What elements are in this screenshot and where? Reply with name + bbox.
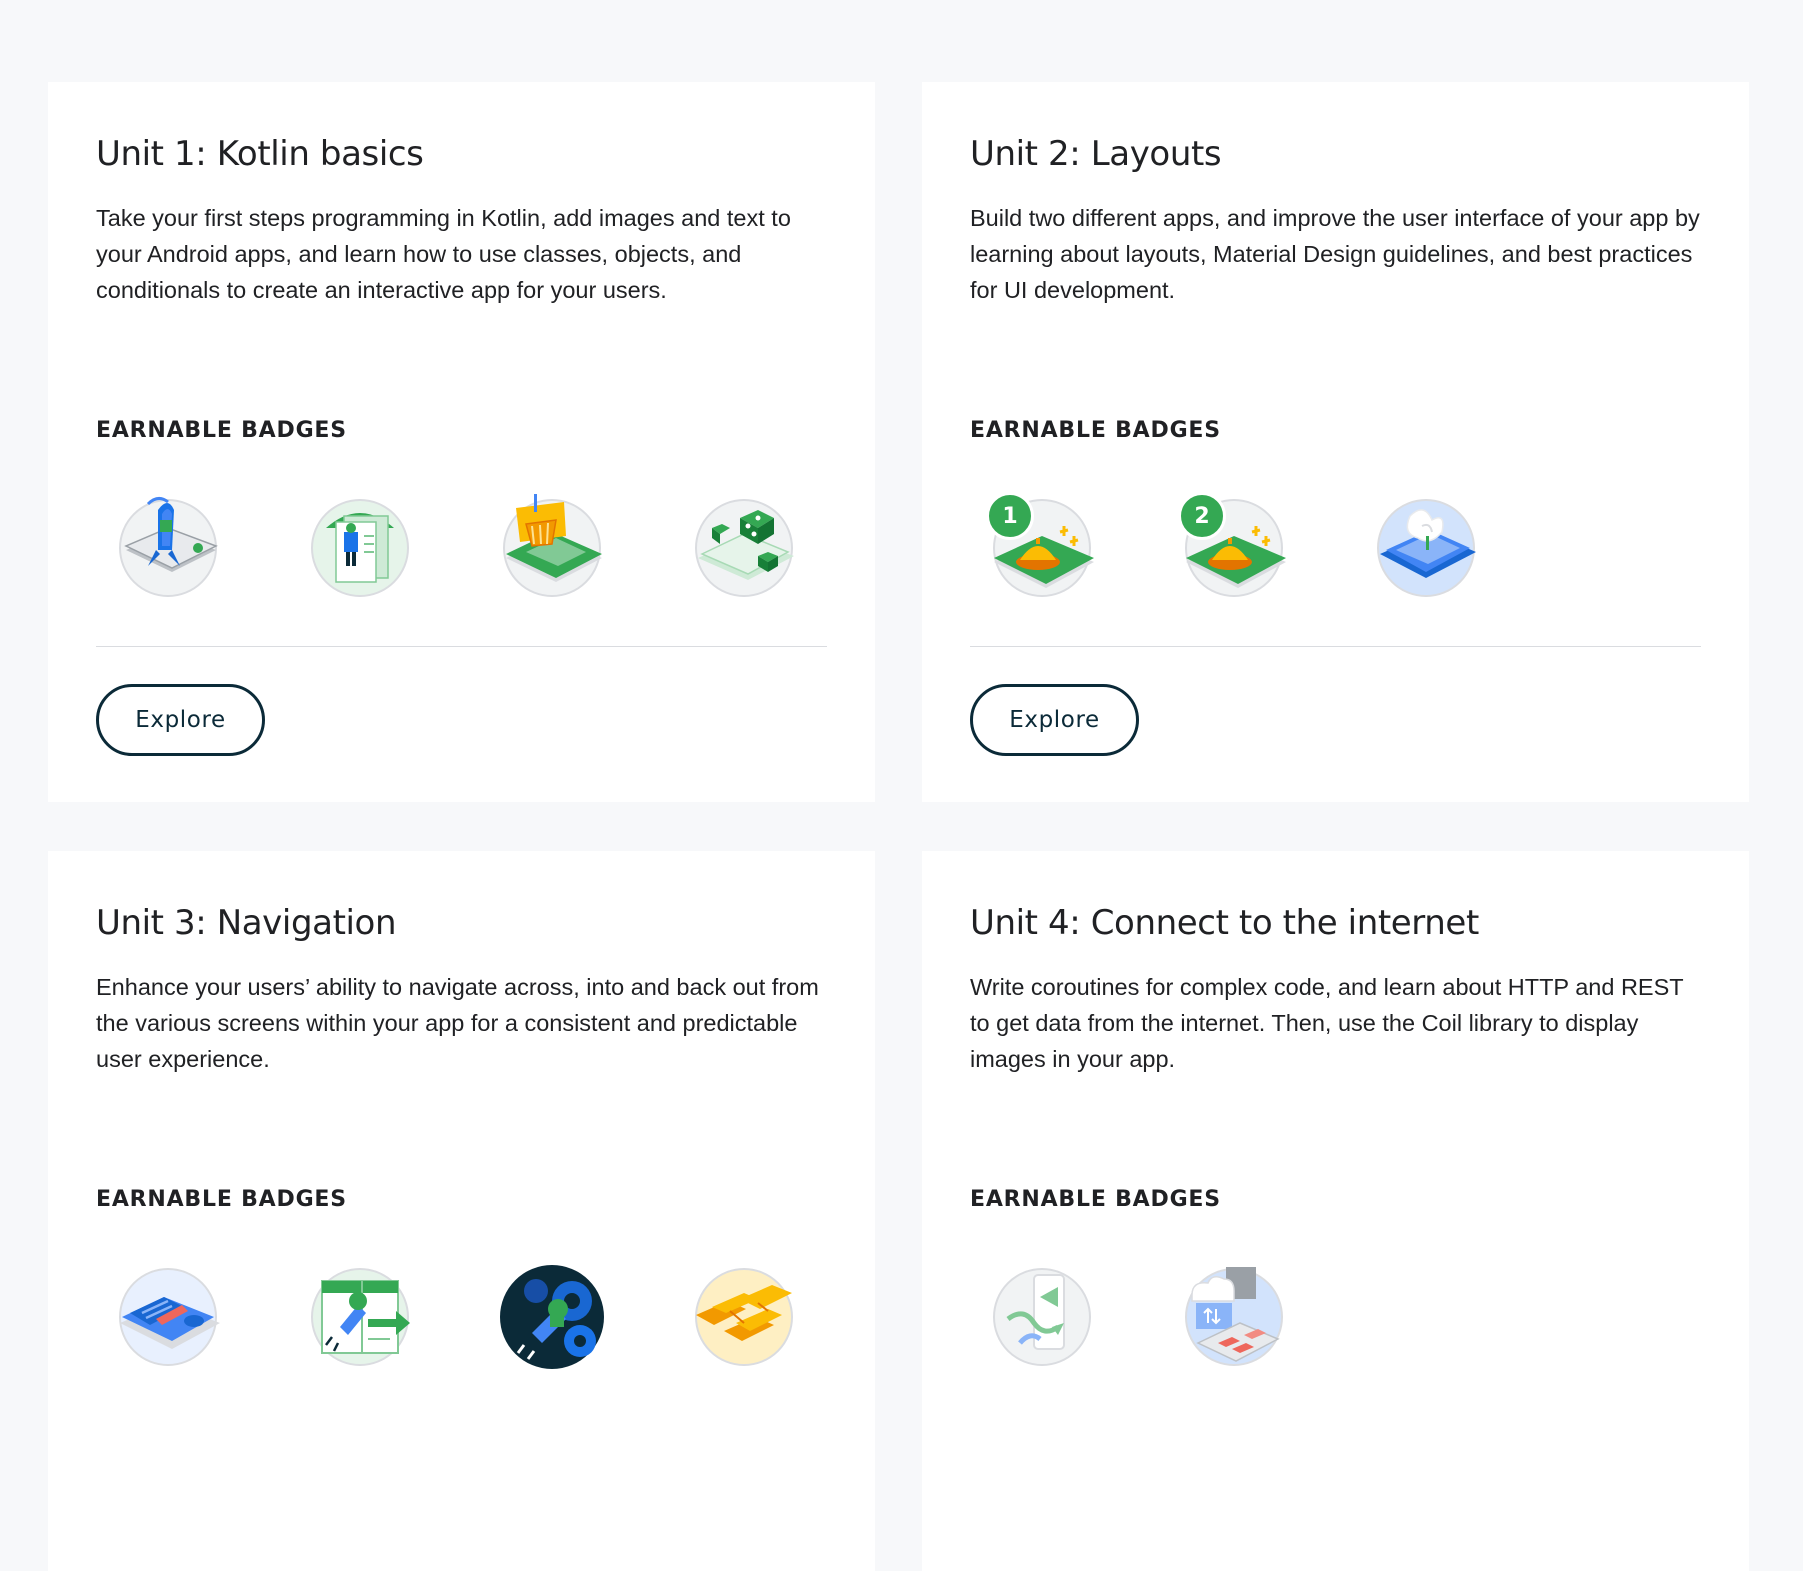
cloud-images-icon[interactable] <box>1178 1261 1290 1373</box>
flower-tablet-icon[interactable] <box>1370 492 1482 604</box>
badge-number: 1 <box>986 492 1034 540</box>
unit-description: Take your first steps programming in Kot… <box>96 205 791 303</box>
unit-card-2: Unit 2: Layouts Build two different apps… <box>922 82 1749 802</box>
unit-description: Build two different apps, and improve th… <box>970 205 1700 303</box>
units-grid: Unit 1: Kotlin basics Take your first st… <box>48 82 1749 1571</box>
unit-title: Unit 3: Navigation <box>96 903 397 943</box>
divider <box>970 646 1701 647</box>
badges-row <box>112 492 800 604</box>
shopping-basket-icon[interactable] <box>496 492 608 604</box>
unit-title: Unit 1: Kotlin basics <box>96 134 424 174</box>
unit-description: Write coroutines for complex code, and l… <box>970 974 1684 1072</box>
badges-heading: EARNABLE BADGES <box>96 418 347 443</box>
badges-heading: EARNABLE BADGES <box>970 1187 1221 1212</box>
badges-row <box>986 1261 1290 1373</box>
divider <box>96 646 827 647</box>
tablet-navigation-icon[interactable] <box>112 1261 224 1373</box>
service-bell-2-icon[interactable]: 2 <box>1178 492 1290 604</box>
service-bell-1-icon[interactable]: 1 <box>986 492 1098 604</box>
rocket-phone-icon[interactable] <box>112 492 224 604</box>
badge-number: 2 <box>1178 492 1226 540</box>
badges-row: 1 2 <box>986 492 1482 604</box>
badges-heading: EARNABLE BADGES <box>970 418 1221 443</box>
unit-card-3: Unit 3: Navigation Enhance your users’ a… <box>48 851 875 1571</box>
dice-icon[interactable] <box>688 492 800 604</box>
android-gears-icon[interactable] <box>496 1261 608 1373</box>
android-arrow-icon[interactable] <box>304 1261 416 1373</box>
unit-card-4: Unit 4: Connect to the internet Write co… <box>922 851 1749 1571</box>
unit-title: Unit 4: Connect to the internet <box>970 903 1479 943</box>
badges-row <box>112 1261 800 1373</box>
badges-heading: EARNABLE BADGES <box>96 1187 347 1212</box>
unit-title: Unit 2: Layouts <box>970 134 1222 174</box>
unit-card-1: Unit 1: Kotlin basics Take your first st… <box>48 82 875 802</box>
data-arrows-icon[interactable] <box>986 1261 1098 1373</box>
explore-button[interactable]: Explore <box>96 684 265 756</box>
orange-screens-icon[interactable] <box>688 1261 800 1373</box>
document-android-icon[interactable] <box>304 492 416 604</box>
explore-button[interactable]: Explore <box>970 684 1139 756</box>
unit-description: Enhance your users’ ability to navigate … <box>96 974 819 1072</box>
